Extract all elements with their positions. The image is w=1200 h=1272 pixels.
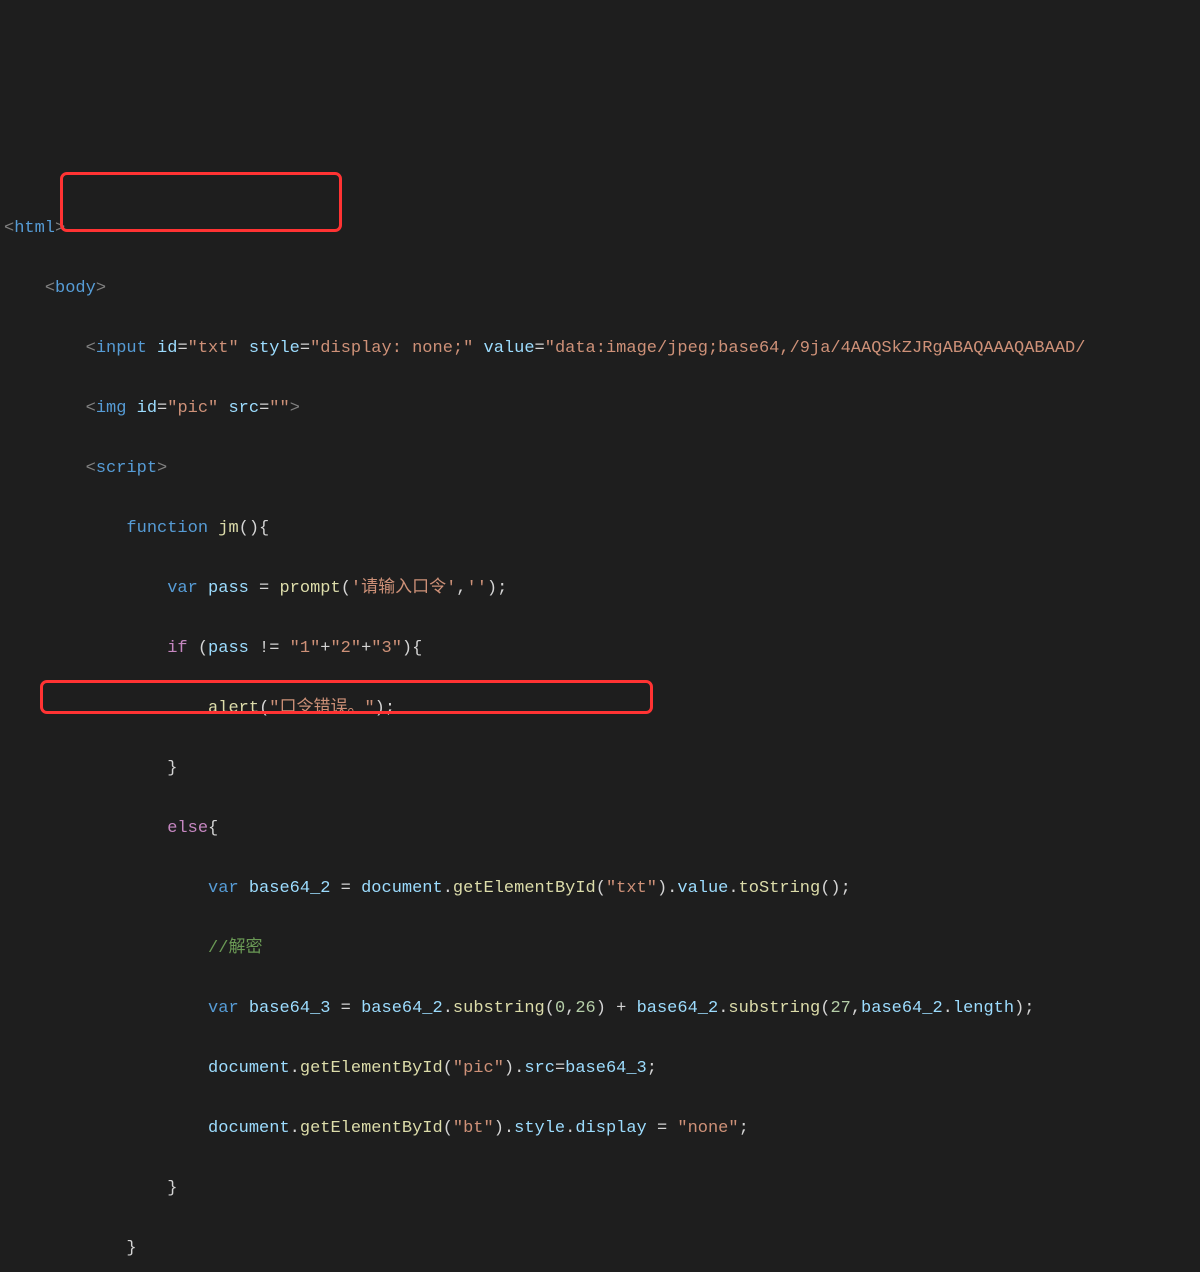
code-line: var base64_3 = base64_2.substring(0,26) … [4, 994, 1200, 1024]
code-line: } [4, 1234, 1200, 1264]
code-line: <body> [4, 274, 1200, 304]
code-line: var pass = prompt('请输入口令',''); [4, 574, 1200, 604]
code-line: } [4, 754, 1200, 784]
code-line: <input id="txt" style="display: none;" v… [4, 334, 1200, 364]
code-line: //解密 [4, 934, 1200, 964]
code-line: var base64_2 = document.getElementById("… [4, 874, 1200, 904]
code-line: alert("口令错误。"); [4, 694, 1200, 724]
code-line: } [4, 1174, 1200, 1204]
code-line: document.getElementById("pic").src=base6… [4, 1054, 1200, 1084]
code-line: if (pass != "1"+"2"+"3"){ [4, 634, 1200, 664]
code-editor[interactable]: <html> <body> <input id="txt" style="dis… [0, 120, 1200, 1272]
code-line: <html> [4, 214, 1200, 244]
code-line: else{ [4, 814, 1200, 844]
code-line: <script> [4, 454, 1200, 484]
code-line: function jm(){ [4, 514, 1200, 544]
code-line: <img id="pic" src=""> [4, 394, 1200, 424]
code-line: document.getElementById("bt").style.disp… [4, 1114, 1200, 1144]
